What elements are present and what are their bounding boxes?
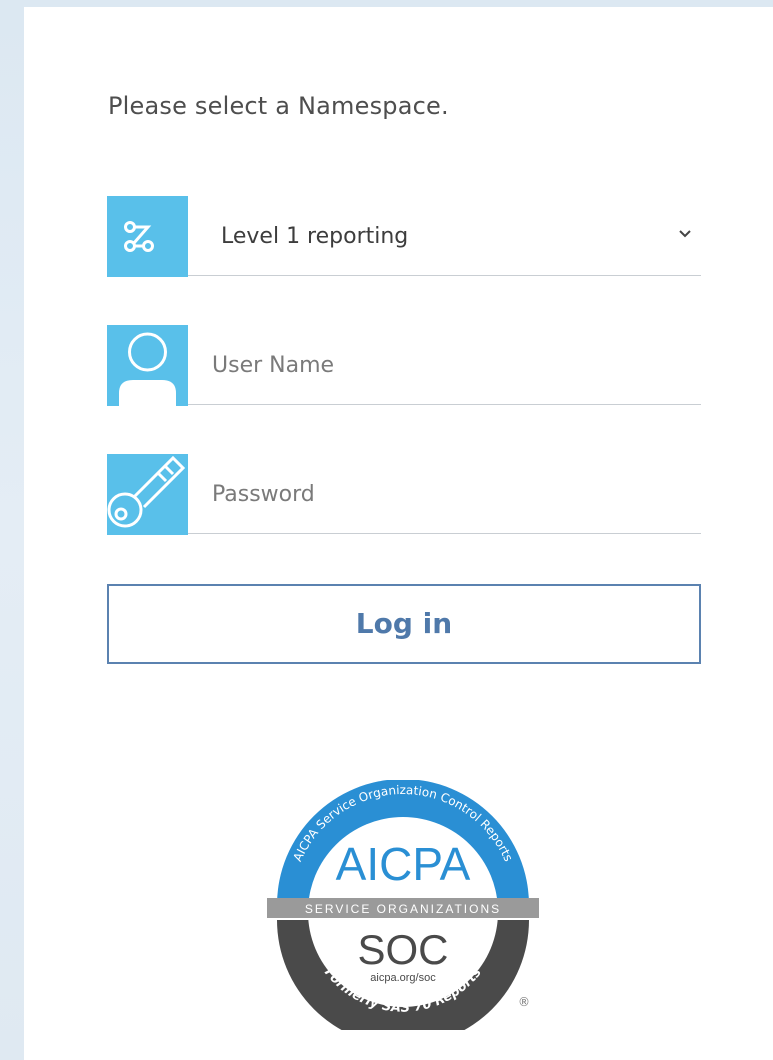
logo-soc-text: SOC <box>357 926 448 973</box>
login-button[interactable]: Log in <box>107 584 701 664</box>
username-underline <box>188 404 701 405</box>
registered-mark: ® <box>518 995 530 1009</box>
username-input[interactable]: User Name <box>212 325 334 406</box>
logo-band-text: SERVICE ORGANIZATIONS <box>305 902 501 916</box>
logo-aicpa-text: AICPA <box>336 838 471 890</box>
username-field[interactable]: User Name <box>107 325 701 406</box>
namespace-icon <box>107 196 188 277</box>
key-icon <box>107 454 188 535</box>
password-underline <box>188 533 701 534</box>
logo-url-text: aicpa.org/soc <box>370 972 436 984</box>
chevron-down-icon <box>679 230 691 238</box>
namespace-underline <box>188 275 701 276</box>
aicpa-soc-logo: AICPA Service Organization Control Repor… <box>267 780 539 1030</box>
namespace-prompt: Please select a Namespace. <box>108 92 449 120</box>
namespace-value: Level 1 reporting <box>221 224 409 249</box>
user-icon <box>107 325 188 406</box>
namespace-select[interactable]: Level 1 reporting <box>107 196 701 277</box>
password-field[interactable]: Password <box>107 454 701 535</box>
password-input[interactable]: Password <box>212 454 315 535</box>
